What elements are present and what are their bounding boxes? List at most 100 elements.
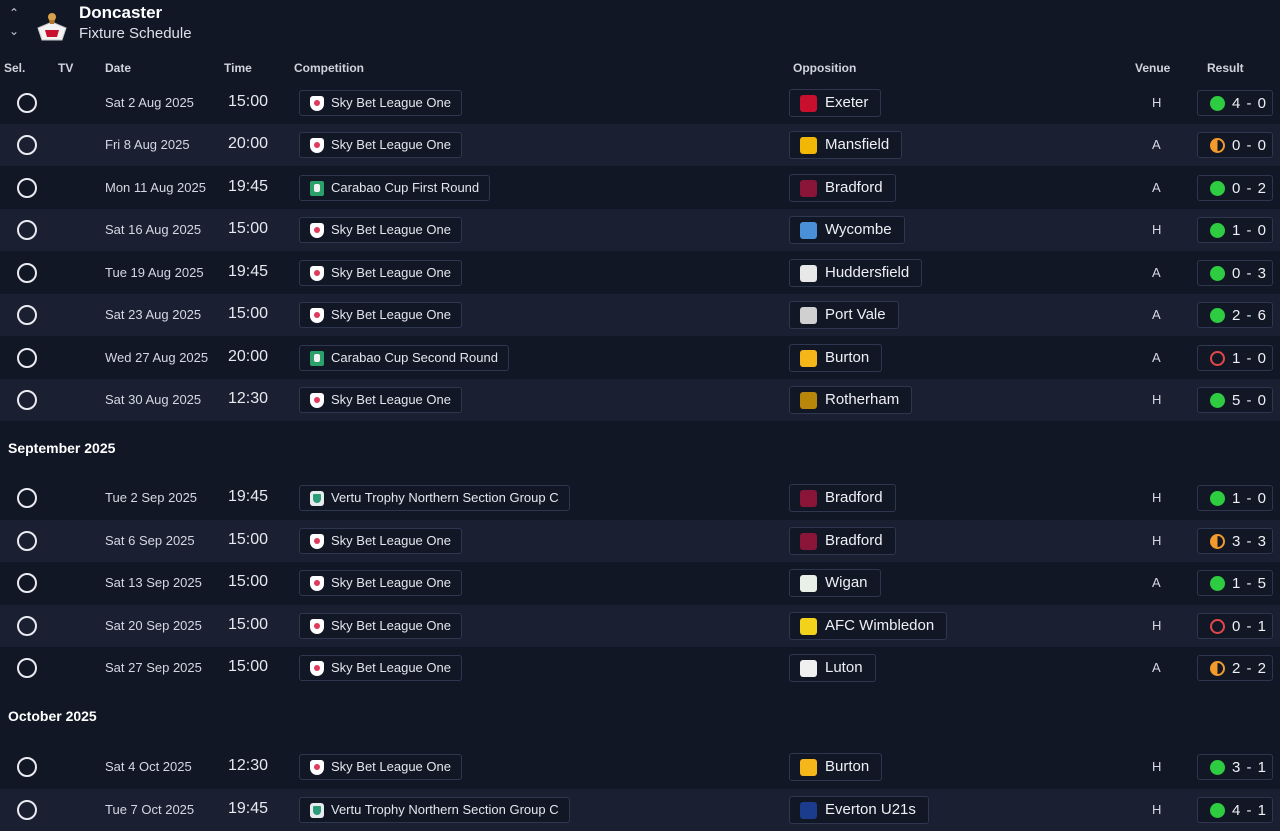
- opposition-link[interactable]: Bradford: [789, 174, 896, 202]
- col-header-opposition[interactable]: Opposition: [793, 61, 856, 75]
- select-radio[interactable]: [17, 531, 37, 551]
- result-link[interactable]: 1 - 0: [1197, 345, 1273, 371]
- competition-link[interactable]: Sky Bet League One: [299, 387, 462, 413]
- table-row[interactable]: Sat 16 Aug 2025 15:00 Sky Bet League One Wy…: [0, 209, 1280, 251]
- table-row[interactable]: Mon 11 Aug 2025 19:45 Carabao Cup First Ro…: [0, 167, 1280, 209]
- table-row[interactable]: Fri 8 Aug 2025 20:00 Sky Bet League One Man…: [0, 124, 1280, 166]
- opposition-link[interactable]: Rotherham: [789, 386, 913, 414]
- opposition-link[interactable]: Burton: [789, 753, 883, 781]
- opposition-name: Wigan: [825, 574, 868, 591]
- competition-link[interactable]: Vertu Trophy Northern Section Group C: [299, 797, 570, 823]
- competition-link[interactable]: Carabao Cup First Round: [299, 175, 491, 201]
- select-radio[interactable]: [17, 616, 37, 636]
- col-header-result[interactable]: Result: [1207, 61, 1244, 75]
- fixture-date: Mon 11 Aug 2025: [105, 180, 206, 195]
- select-radio[interactable]: [17, 488, 37, 508]
- result-link[interactable]: 0 - 0: [1197, 132, 1273, 158]
- result-link[interactable]: 4 - 1: [1197, 797, 1273, 823]
- table-row[interactable]: Tue 19 Aug 2025 19:45 Sky Bet League One Hu…: [0, 252, 1280, 294]
- result-link[interactable]: 2 - 2: [1197, 655, 1273, 681]
- table-row[interactable]: Sat 30 Aug 2025 12:30 Sky Bet League One Ro…: [0, 379, 1280, 421]
- competition-logo-icon: [310, 181, 324, 196]
- col-header-sel[interactable]: Sel.: [4, 61, 25, 75]
- result-draw-icon: [1210, 138, 1225, 153]
- competition-link[interactable]: Sky Bet League One: [299, 613, 462, 639]
- result-link[interactable]: 1 - 0: [1197, 217, 1273, 243]
- select-radio[interactable]: [17, 757, 37, 777]
- fixture-date: Tue 7 Oct 2025: [105, 802, 195, 817]
- fixture-date: Sat 16 Aug 2025: [105, 222, 202, 237]
- table-row[interactable]: Tue 7 Oct 2025 19:45 Vertu Trophy Northern…: [0, 789, 1280, 831]
- opposition-link[interactable]: Huddersfield: [789, 259, 923, 287]
- competition-logo-icon: [310, 308, 324, 323]
- col-header-date[interactable]: Date: [105, 61, 131, 75]
- competition-link[interactable]: Vertu Trophy Northern Section Group C: [299, 485, 570, 511]
- select-radio[interactable]: [17, 800, 37, 820]
- opposition-link[interactable]: AFC Wimbledon: [789, 612, 948, 640]
- competition-link[interactable]: Sky Bet League One: [299, 90, 462, 116]
- table-row[interactable]: Sat 2 Aug 2025 15:00 Sky Bet League One Exe…: [0, 82, 1280, 124]
- opposition-link[interactable]: Everton U21s: [789, 796, 929, 824]
- competition-link[interactable]: Sky Bet League One: [299, 570, 462, 596]
- select-radio[interactable]: [17, 573, 37, 593]
- opposition-link[interactable]: Luton: [789, 654, 876, 682]
- fixture-venue: H: [1152, 222, 1162, 237]
- table-row[interactable]: Sat 6 Sep 2025 15:00 Sky Bet League One Bra…: [0, 520, 1280, 562]
- select-radio[interactable]: [17, 658, 37, 678]
- select-radio[interactable]: [17, 178, 37, 198]
- col-header-time[interactable]: Time: [224, 61, 252, 75]
- opposition-link[interactable]: Wigan: [789, 569, 881, 597]
- select-radio[interactable]: [17, 390, 37, 410]
- competition-link[interactable]: Sky Bet League One: [299, 217, 462, 243]
- competition-name: Sky Bet League One: [331, 95, 451, 110]
- select-radio[interactable]: [17, 263, 37, 283]
- competition-name: Vertu Trophy Northern Section Group C: [331, 802, 559, 817]
- opposition-link[interactable]: Bradford: [789, 527, 896, 555]
- result-link[interactable]: 0 - 1: [1197, 613, 1273, 639]
- chevron-up-icon[interactable]: ⌃: [6, 4, 22, 22]
- competition-link[interactable]: Sky Bet League One: [299, 528, 462, 554]
- result-link[interactable]: 1 - 5: [1197, 570, 1273, 596]
- table-row[interactable]: Sat 23 Aug 2025 15:00 Sky Bet League One Po…: [0, 294, 1280, 336]
- select-radio[interactable]: [17, 305, 37, 325]
- competition-link[interactable]: Carabao Cup Second Round: [299, 345, 509, 371]
- opposition-link[interactable]: Bradford: [789, 484, 896, 512]
- fixture-date: Fri 8 Aug 2025: [105, 137, 190, 152]
- chevron-down-icon[interactable]: ⌄: [6, 22, 22, 40]
- opposition-link[interactable]: Exeter: [789, 89, 882, 117]
- result-link[interactable]: 2 - 6: [1197, 302, 1273, 328]
- competition-link[interactable]: Sky Bet League One: [299, 260, 462, 286]
- table-row[interactable]: Wed 27 Aug 2025 20:00 Carabao Cup Second R…: [0, 337, 1280, 379]
- col-header-venue[interactable]: Venue: [1135, 61, 1170, 75]
- competition-link[interactable]: Sky Bet League One: [299, 655, 462, 681]
- table-row[interactable]: Sat 20 Sep 2025 15:00 Sky Bet League One AF…: [0, 605, 1280, 647]
- select-radio[interactable]: [17, 135, 37, 155]
- opposition-link[interactable]: Mansfield: [789, 131, 903, 159]
- fixture-time: 15:00: [228, 573, 269, 590]
- result-link[interactable]: 5 - 0: [1197, 387, 1273, 413]
- result-link[interactable]: 3 - 3: [1197, 528, 1273, 554]
- opposition-link[interactable]: Wycombe: [789, 216, 905, 244]
- competition-link[interactable]: Sky Bet League One: [299, 754, 462, 780]
- competition-logo-icon: [310, 266, 324, 281]
- select-radio[interactable]: [17, 220, 37, 240]
- opposition-link[interactable]: Burton: [789, 344, 883, 372]
- result-link[interactable]: 0 - 2: [1197, 175, 1273, 201]
- select-radio[interactable]: [17, 348, 37, 368]
- result-score: 1 - 0: [1232, 222, 1268, 239]
- table-row[interactable]: Sat 4 Oct 2025 12:30 Sky Bet League One Bur…: [0, 746, 1280, 788]
- result-link[interactable]: 4 - 0: [1197, 90, 1273, 116]
- competition-link[interactable]: Sky Bet League One: [299, 132, 462, 158]
- col-header-tv[interactable]: TV: [58, 61, 73, 75]
- opposition-crest-icon: [800, 265, 817, 282]
- table-row[interactable]: Tue 2 Sep 2025 19:45 Vertu Trophy Northern…: [0, 477, 1280, 519]
- result-link[interactable]: 3 - 1: [1197, 754, 1273, 780]
- table-row[interactable]: Sat 27 Sep 2025 15:00 Sky Bet League One Lu…: [0, 647, 1280, 689]
- opposition-link[interactable]: Port Vale: [789, 301, 899, 329]
- result-link[interactable]: 1 - 0: [1197, 485, 1273, 511]
- result-link[interactable]: 0 - 3: [1197, 260, 1273, 286]
- select-radio[interactable]: [17, 93, 37, 113]
- competition-link[interactable]: Sky Bet League One: [299, 302, 462, 328]
- col-header-competition[interactable]: Competition: [294, 61, 364, 75]
- table-row[interactable]: Sat 13 Sep 2025 15:00 Sky Bet League One Wi…: [0, 562, 1280, 604]
